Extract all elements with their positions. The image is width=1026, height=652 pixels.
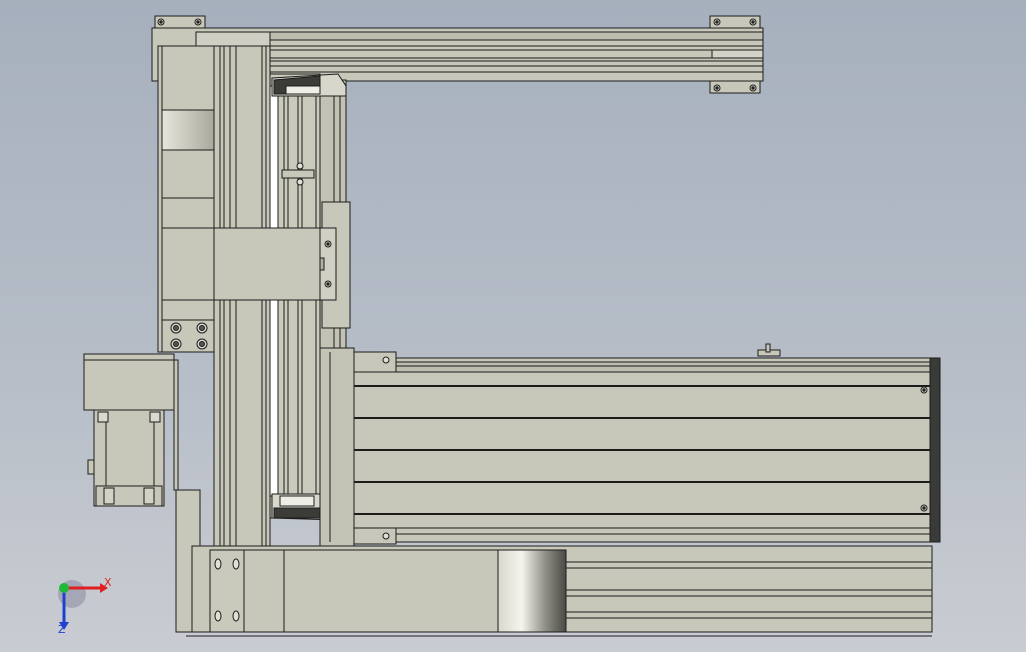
cad-graphics-viewport[interactable]: X Z — [0, 0, 1026, 652]
x-axis-label: X — [104, 576, 112, 589]
y-axis-dot — [59, 583, 69, 593]
coordinate-triad — [58, 580, 108, 630]
z-axis-label: Z — [58, 623, 66, 636]
